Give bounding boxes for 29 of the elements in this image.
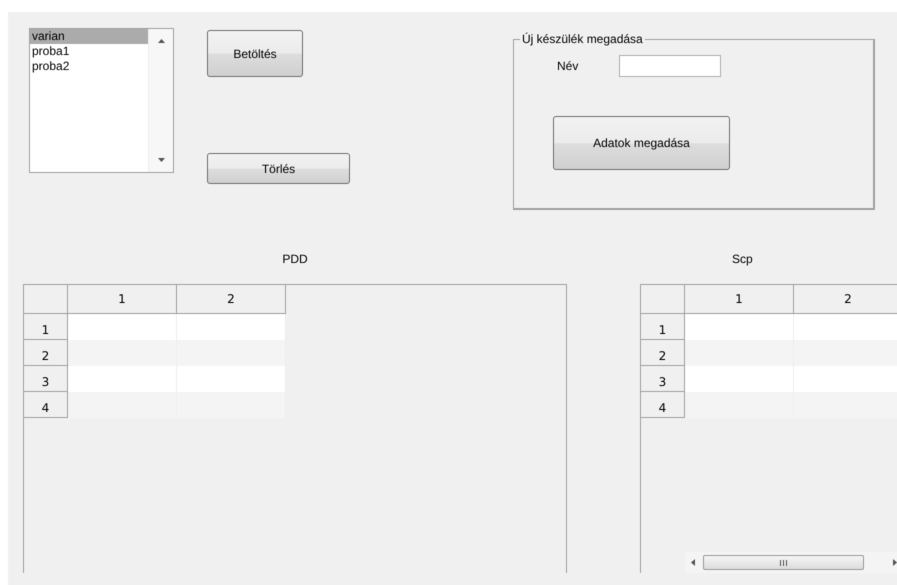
scroll-down-icon[interactable]	[158, 158, 164, 162]
table-cell[interactable]	[794, 314, 897, 340]
scroll-left-icon[interactable]	[691, 559, 695, 566]
grip-icon	[780, 560, 787, 566]
table-cell[interactable]	[68, 392, 177, 418]
name-input[interactable]	[619, 55, 721, 77]
scroll-right-icon[interactable]	[893, 559, 897, 566]
table-cell[interactable]	[68, 366, 177, 392]
panel-title: Új készülék megadása	[521, 32, 644, 46]
submit-button[interactable]: Adatok megadása	[553, 116, 730, 170]
table-cell[interactable]	[685, 314, 794, 340]
name-label: Név	[557, 59, 580, 73]
table-title: PDD	[282, 252, 308, 266]
table-cell[interactable]	[685, 392, 794, 418]
table-title: Scp	[732, 252, 753, 266]
list-item[interactable]: proba1	[30, 44, 148, 59]
scrollbar-thumb[interactable]	[703, 555, 864, 570]
list-item[interactable]: proba2	[30, 59, 148, 74]
delete-button[interactable]: Törlés	[207, 153, 350, 184]
table-cell[interactable]	[68, 314, 177, 340]
device-listbox[interactable]: varian proba1 proba2	[29, 28, 174, 173]
horizontal-scrollbar[interactable]	[685, 552, 897, 573]
load-button[interactable]: Betöltés	[207, 30, 303, 77]
table-cell[interactable]	[685, 366, 794, 392]
table-cell[interactable]	[177, 314, 286, 340]
list-item[interactable]: varian	[30, 29, 148, 44]
table-cell[interactable]	[685, 340, 794, 366]
table-cell[interactable]	[68, 340, 177, 366]
scroll-up-icon[interactable]	[158, 39, 164, 43]
